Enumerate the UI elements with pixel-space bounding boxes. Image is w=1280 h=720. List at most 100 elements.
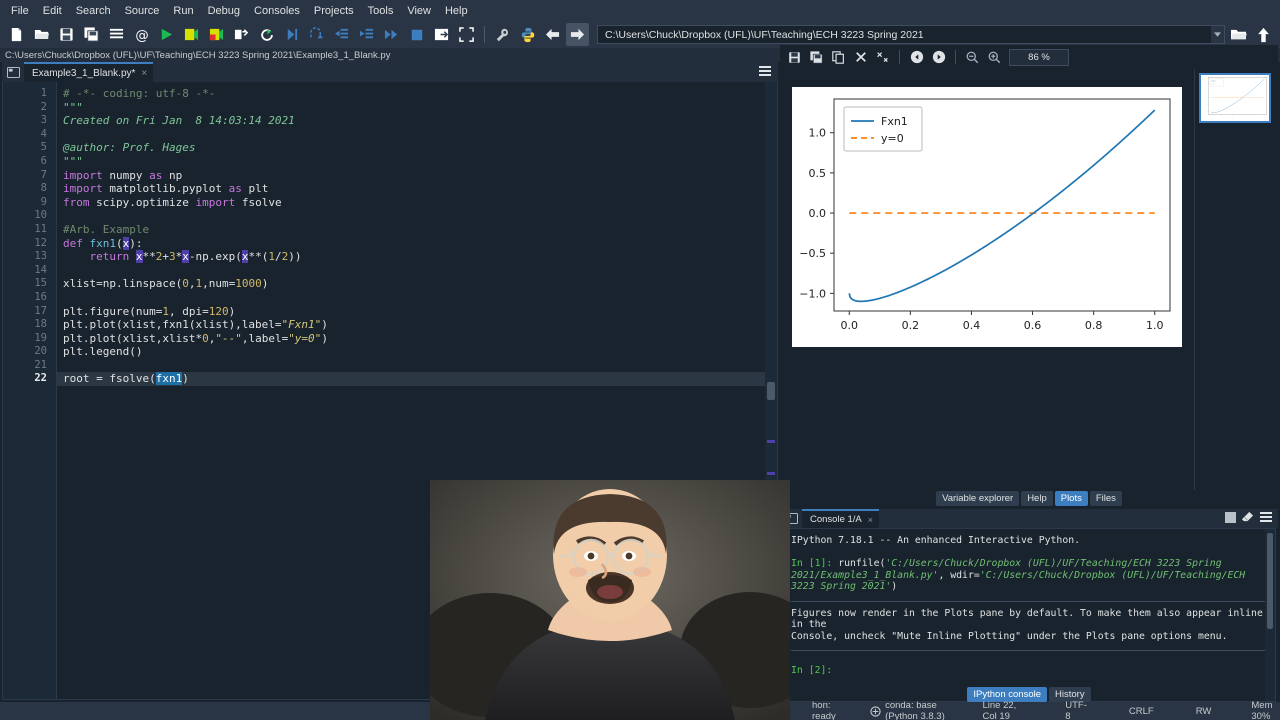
code-line[interactable]: plt.figure(num=1, dpi=120)	[57, 305, 777, 319]
console-line: IPython 7.18.1 -- An enhanced Interactiv…	[791, 535, 1081, 546]
pythonpath-icon[interactable]	[516, 23, 539, 46]
run-selection-icon[interactable]	[230, 23, 253, 46]
zoom-out-icon[interactable]	[962, 47, 983, 67]
code-line[interactable]: #Arb. Example	[57, 223, 777, 237]
code-line[interactable]: plt.plot(xlist,fxn1(xlist),label="Fxn1")	[57, 318, 777, 332]
code-line[interactable]	[57, 264, 777, 278]
code-line[interactable]: def fxn1(x):	[57, 236, 777, 251]
stop-kernel-icon[interactable]	[1225, 511, 1236, 523]
menu-item-help[interactable]: Help	[438, 1, 475, 21]
pane-tab-files[interactable]: Files	[1089, 491, 1122, 506]
editor-scrollbar-thumb[interactable]	[767, 382, 775, 400]
menu-item-consoles[interactable]: Consoles	[247, 1, 307, 21]
line-number: 17	[34, 304, 47, 317]
editor-tab-example3-1-blank[interactable]: Example3_1_Blank.py* ×	[24, 62, 154, 82]
close-plot-icon[interactable]	[850, 47, 871, 67]
plot-zoom-level[interactable]: 86 %	[1009, 48, 1069, 66]
plot-display-area[interactable]: 0.0 0.2 0.4 0.6 0.8 1.0 1.0 0.5 0.0 −0.5 −1.0 Fxn1 y…	[780, 69, 1194, 490]
save-all-icon[interactable]	[80, 23, 103, 46]
maximize-pane-icon[interactable]	[430, 23, 453, 46]
debug-step-over-icon[interactable]	[305, 23, 328, 46]
debug-continue-icon[interactable]	[380, 23, 403, 46]
clear-console-icon[interactable]	[1241, 511, 1254, 523]
editor-options-icon[interactable]	[758, 65, 772, 77]
cwd-dropdown-icon[interactable]	[1211, 26, 1224, 43]
debug-step-return-icon[interactable]	[355, 23, 378, 46]
previous-plot-icon[interactable]	[906, 47, 927, 67]
run-cell-advance-icon[interactable]	[205, 23, 228, 46]
run-cell-icon[interactable]	[180, 23, 203, 46]
code-line[interactable]	[57, 359, 777, 373]
parent-directory-icon[interactable]	[1252, 23, 1275, 46]
preferences-icon[interactable]	[491, 23, 514, 46]
open-file-icon[interactable]	[30, 23, 53, 46]
menu-item-file[interactable]: File	[4, 1, 36, 21]
console-scrollbar-thumb[interactable]	[1267, 533, 1273, 629]
plot-thumbnail-list[interactable]	[1194, 69, 1278, 490]
line-number: 11	[34, 222, 47, 235]
save-file-icon[interactable]	[55, 23, 78, 46]
debug-file-icon[interactable]	[280, 23, 303, 46]
file-switcher-icon[interactable]	[105, 23, 128, 46]
code-line[interactable]: # -*- coding: utf-8 -*-	[57, 87, 777, 101]
new-file-icon[interactable]	[5, 23, 28, 46]
browse-directory-icon[interactable]	[1227, 23, 1250, 46]
browse-tabs-icon[interactable]	[2, 62, 24, 82]
fullscreen-icon[interactable]	[455, 23, 478, 46]
forward-icon[interactable]	[566, 23, 589, 46]
debug-stop-icon[interactable]	[405, 23, 428, 46]
code-line[interactable]: root = fsolve(fxn1)	[57, 372, 777, 387]
close-console-icon[interactable]: ×	[868, 515, 873, 525]
menu-item-tools[interactable]: Tools	[361, 1, 401, 21]
console-tab-1a[interactable]: Console 1/A ×	[802, 509, 880, 528]
run-file-icon[interactable]	[155, 23, 178, 46]
pane-tab-variable-explorer[interactable]: Variable explorer	[936, 491, 1020, 506]
code-line[interactable]: from scipy.optimize import fsolve	[57, 196, 777, 210]
working-directory-field[interactable]: C:\Users\Chuck\Dropbox (UFL)\UF\Teaching…	[597, 25, 1225, 44]
code-line[interactable]: @author: Prof. Hages	[57, 141, 777, 155]
code-line[interactable]: plt.legend()	[57, 345, 777, 359]
conda-env-status[interactable]: conda: base (Python 3.8.3)	[870, 700, 956, 720]
save-plot-icon[interactable]	[784, 47, 805, 67]
back-icon[interactable]	[541, 23, 564, 46]
code-line[interactable]: Created on Fri Jan 8 14:03:14 2021	[57, 114, 777, 128]
copy-plot-icon[interactable]	[828, 47, 849, 67]
code-line[interactable]	[57, 291, 777, 305]
console-scrollbar[interactable]	[1265, 529, 1275, 701]
at-sign-icon[interactable]: @	[130, 23, 153, 46]
zoom-in-icon[interactable]	[984, 47, 1005, 67]
code-line[interactable]: """	[57, 101, 777, 115]
code-line[interactable]: plt.plot(xlist,xlist*0,"--",label="y=0")	[57, 332, 777, 346]
code-line[interactable]: xlist=np.linspace(0,1,num=1000)	[57, 277, 777, 291]
save-all-plots-icon[interactable]	[806, 47, 827, 67]
svg-text:0.0: 0.0	[809, 207, 827, 220]
close-tab-icon[interactable]: ×	[141, 68, 147, 79]
console-line: In [1]: runfile('C:/Users/Chuck/Dropbox …	[791, 558, 1252, 592]
menu-item-projects[interactable]: Projects	[307, 1, 361, 21]
console-line: Figures now render in the Plots pane by …	[791, 607, 1263, 631]
code-line[interactable]: return x**2+3*x-np.exp(x**(1/2))	[57, 250, 777, 264]
menu-item-search[interactable]: Search	[69, 1, 118, 21]
code-line[interactable]: """	[57, 155, 777, 169]
svg-text:y=0: y=0	[881, 132, 904, 145]
next-plot-icon[interactable]	[928, 47, 949, 67]
menu-item-view[interactable]: View	[400, 1, 438, 21]
pane-tab-help[interactable]: Help	[1021, 491, 1053, 506]
debug-step-into-icon[interactable]	[330, 23, 353, 46]
menu-item-run[interactable]: Run	[166, 1, 200, 21]
line-number: 10	[34, 209, 47, 222]
close-all-plots-icon[interactable]	[872, 47, 893, 67]
console-output[interactable]: IPython 7.18.1 -- An enhanced Interactiv…	[782, 528, 1276, 702]
rerun-icon[interactable]	[255, 23, 278, 46]
menu-item-source[interactable]: Source	[118, 1, 167, 21]
pane-tab-plots[interactable]: Plots	[1054, 491, 1088, 506]
code-line[interactable]: import numpy as np	[57, 169, 777, 183]
code-line[interactable]	[57, 209, 777, 223]
code-line[interactable]	[57, 128, 777, 142]
editor-tab-label: Example3_1_Blank.py*	[32, 67, 136, 79]
console-options-icon[interactable]	[1259, 511, 1273, 523]
menu-item-edit[interactable]: Edit	[36, 1, 69, 21]
menu-item-debug[interactable]: Debug	[201, 1, 247, 21]
code-line[interactable]: import matplotlib.pyplot as plt	[57, 182, 777, 196]
plot-thumbnail-1[interactable]	[1199, 73, 1271, 123]
